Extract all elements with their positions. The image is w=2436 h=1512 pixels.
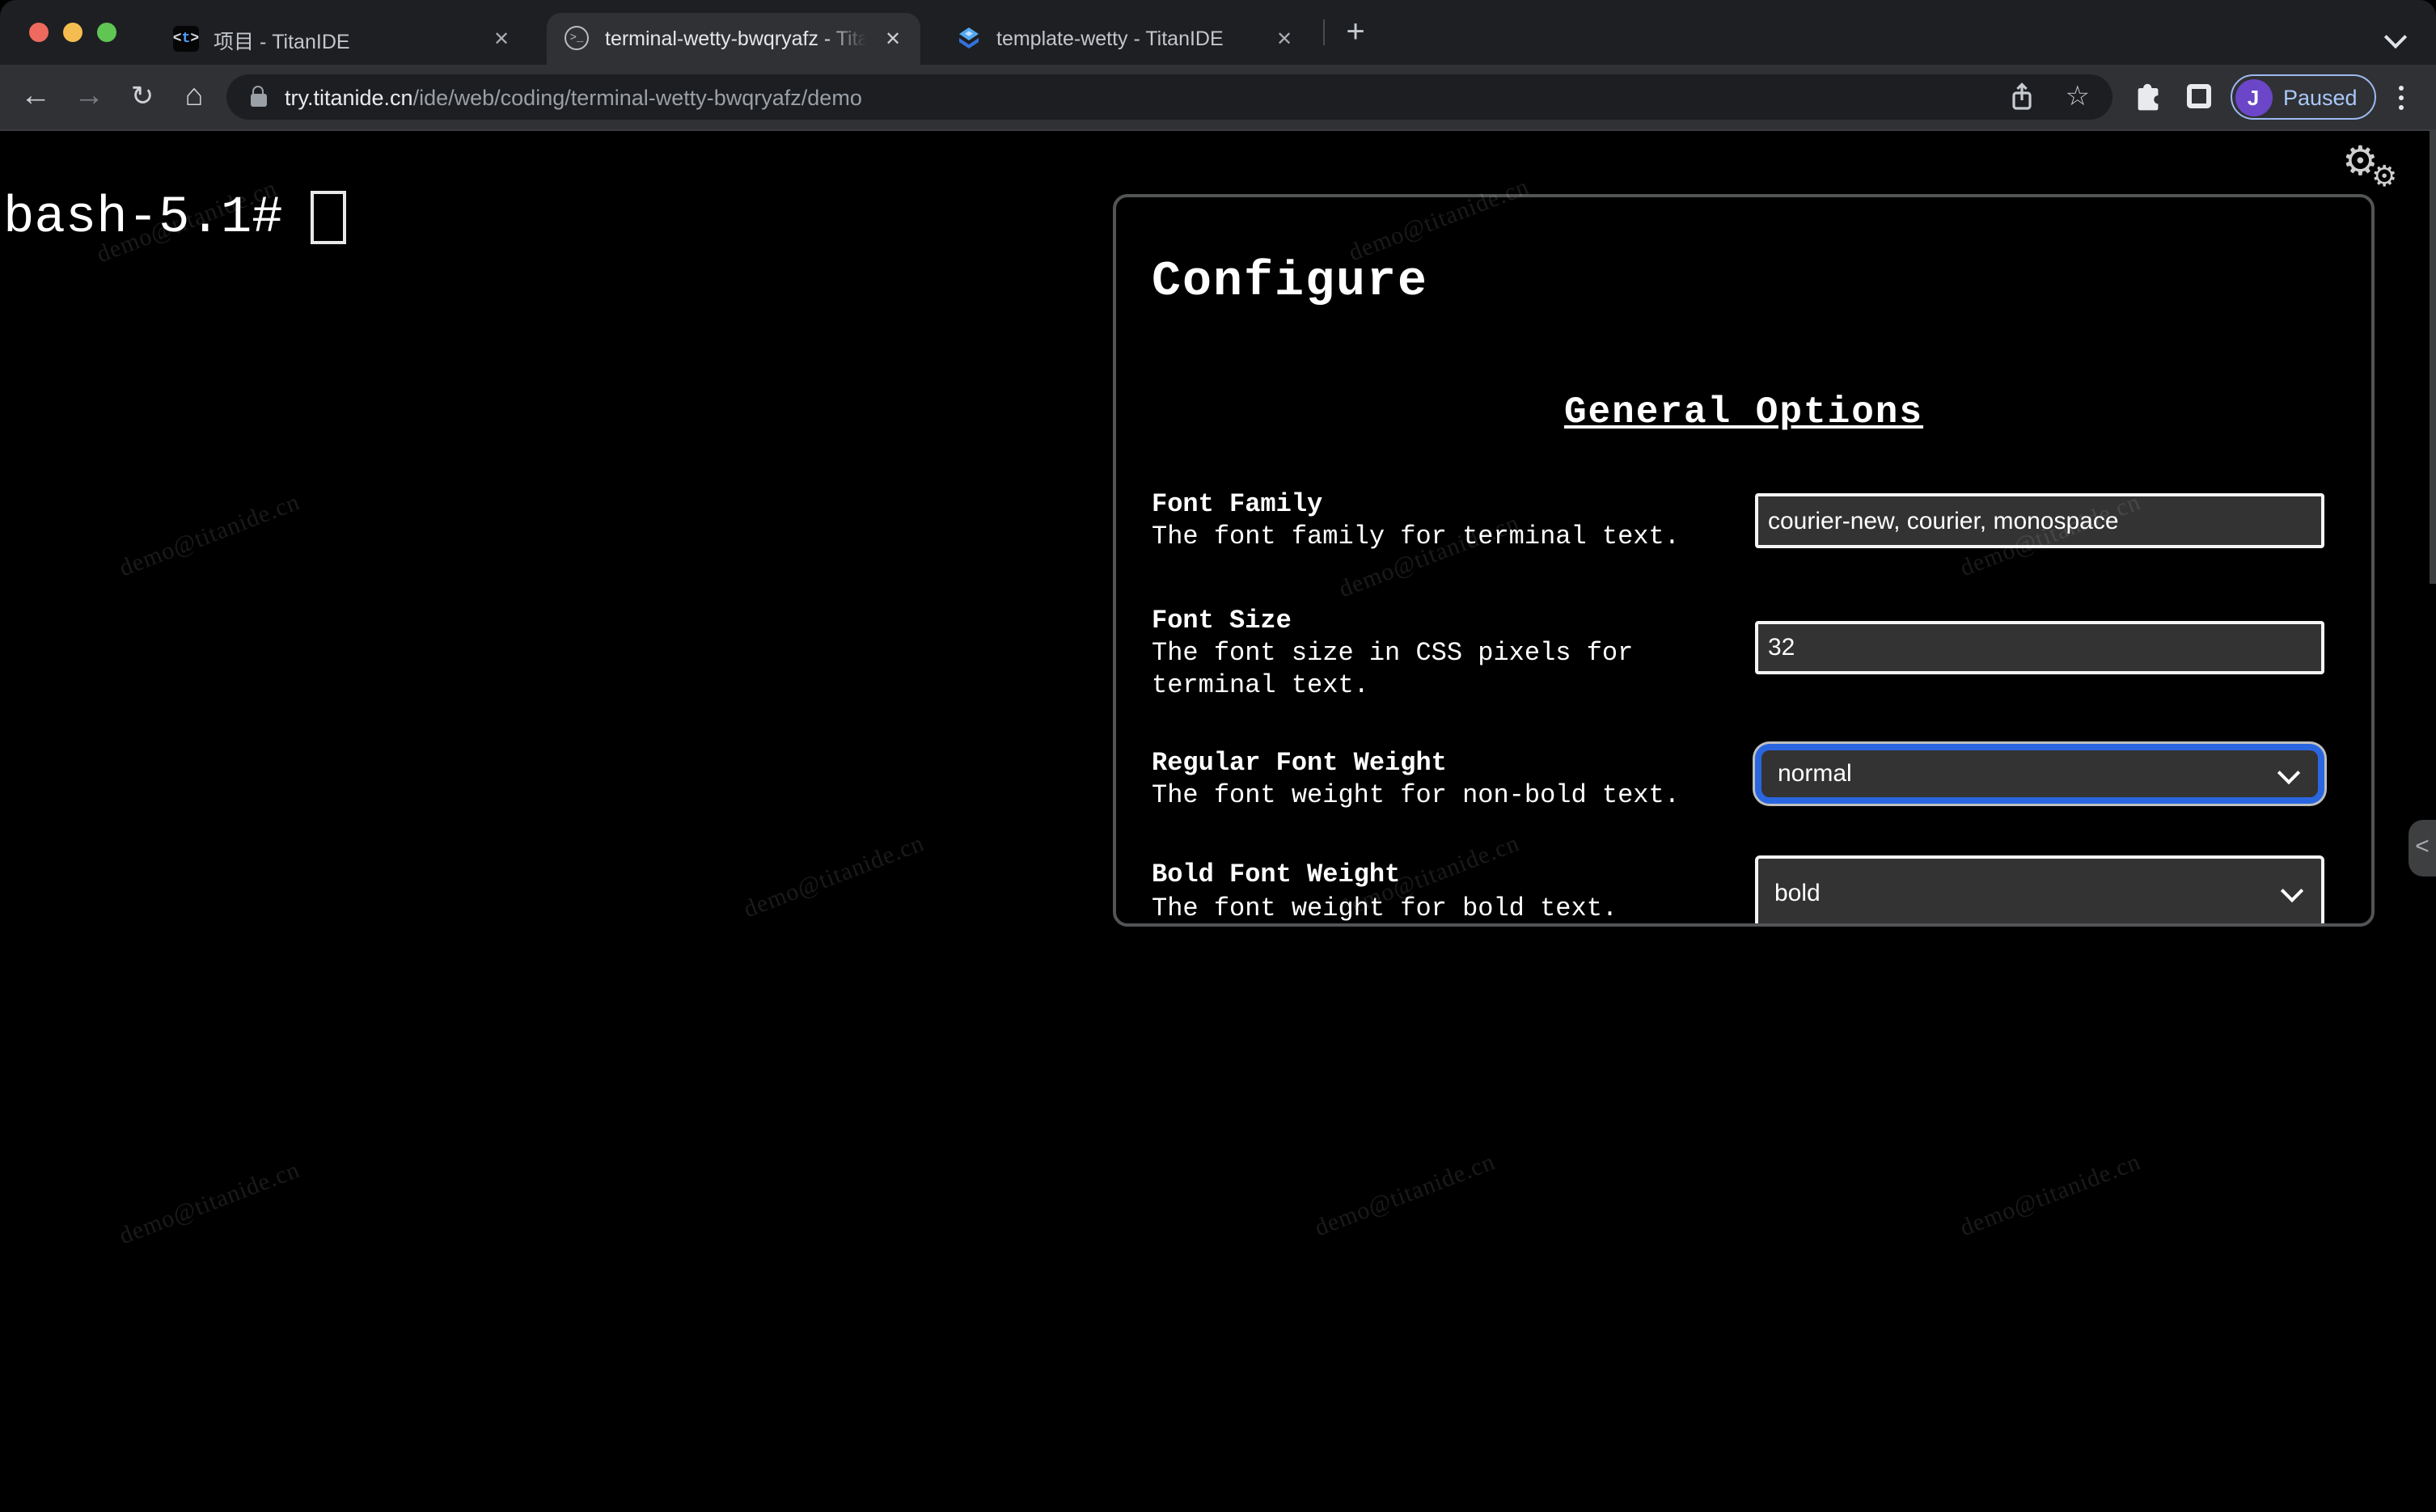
tab-title: 项目 - TitanIDE	[214, 30, 350, 53]
minimize-window-button[interactable]	[63, 23, 82, 42]
extensions-puzzle-icon[interactable]	[2132, 81, 2164, 113]
configure-panel: Configure General Options Font Family Th…	[1113, 194, 2375, 927]
font-size-label: Font Size	[1152, 606, 1292, 636]
regular-font-weight-select[interactable]: normal	[1755, 744, 2324, 804]
browser-menu-kebab-icon[interactable]	[2389, 78, 2412, 116]
forward-button[interactable]: →	[63, 65, 115, 129]
font-size-description: The font size in CSS pixels for terminal…	[1152, 639, 1634, 699]
tab-template-wetty[interactable]: template-wetty - TitanIDE ✕	[938, 13, 1312, 65]
tab-title: template-wetty - TitanIDE	[996, 27, 1224, 50]
lock-icon	[251, 85, 267, 106]
avatar: J	[2235, 78, 2272, 116]
tab-strip: < t > 项目 - TitanIDE ✕ >_ terminal-wetty-bw…	[0, 0, 2436, 65]
template-layers-favicon-icon	[956, 26, 982, 52]
bold-font-weight-select[interactable]: bold	[1755, 855, 2324, 923]
profile-chip[interactable]: J Paused	[2231, 74, 2377, 120]
font-family-label: Font Family	[1152, 490, 1323, 519]
chevron-down-icon	[2280, 879, 2304, 903]
bold-font-weight-description: The font weight for bold text.	[1152, 894, 1618, 923]
watermark-text: demo@titanide.cn	[1956, 1149, 2145, 1243]
tab-title: terminal-wetty-bwqryafz - Tita	[605, 27, 869, 50]
general-options-heading: General Options	[1563, 391, 1924, 433]
regular-font-weight-description: The font weight for non-bold text.	[1152, 781, 1680, 810]
url-host: try.titanide.cn	[285, 85, 413, 109]
configure-title: Configure	[1152, 256, 1429, 310]
close-tab-icon[interactable]: ✕	[1270, 24, 1299, 53]
terminal-prompt: bash-5.1#	[3, 188, 283, 247]
url-text: try.titanide.cn/ide/web/coding/terminal-…	[285, 85, 2009, 109]
browser-toolbar: ← → ↻ ⌂ try.titanide.cn/ide/web/coding/t…	[0, 65, 2436, 129]
watermark-text: demo@titanide.cn	[740, 830, 928, 924]
url-path: /ide/web/coding/terminal-wetty-bwqryafz/…	[412, 85, 862, 109]
share-icon[interactable]	[2009, 82, 2035, 112]
tab-search-chevron-icon[interactable]	[2383, 24, 2410, 49]
tab-terminal-wetty[interactable]: >_ terminal-wetty-bwqryafz - Tita ✕	[547, 13, 920, 65]
scrollbar-strip[interactable]	[2430, 131, 2436, 584]
watermark-text: demo@titanide.cn	[116, 489, 304, 583]
regular-font-weight-label: Regular Font Weight	[1152, 749, 1447, 778]
chevron-down-icon	[2277, 760, 2301, 784]
font-family-input[interactable]	[1755, 493, 2324, 548]
font-family-description: The font family for terminal text.	[1152, 522, 1680, 551]
viewport: < t > 项目 - TitanIDE ✕ >_ terminal-wetty-bw…	[0, 0, 2436, 1512]
tab-divider	[1323, 19, 1325, 45]
settings-gears-icon[interactable]: ⚙ ⚙	[2336, 134, 2417, 202]
sync-paused-badge: Paused	[2283, 85, 2358, 109]
close-tab-icon[interactable]: ✕	[878, 24, 907, 53]
watermark-text: demo@titanide.cn	[1311, 1149, 1499, 1243]
side-panel-icon[interactable]	[2187, 84, 2211, 108]
selected-value: normal	[1778, 760, 1852, 788]
terminal-favicon-icon: >_	[565, 26, 590, 52]
close-tab-icon[interactable]: ✕	[487, 24, 516, 53]
window-controls	[29, 23, 116, 42]
terminal-page: demo@titanide.cn demo@titanide.cn demo@tit…	[0, 131, 2436, 1512]
titanide-code-favicon-icon: < t >	[173, 26, 199, 52]
close-window-button[interactable]	[29, 23, 49, 42]
zoom-window-button[interactable]	[97, 23, 116, 42]
selected-value: bold	[1774, 879, 1821, 906]
browser-window: < t > 项目 - TitanIDE ✕ >_ terminal-wetty-bw…	[0, 0, 2436, 1512]
home-button[interactable]: ⌂	[168, 65, 220, 129]
address-bar[interactable]: try.titanide.cn/ide/web/coding/terminal-…	[226, 74, 2112, 120]
back-button[interactable]: ←	[10, 65, 61, 129]
reload-button[interactable]: ↻	[116, 65, 168, 129]
new-tab-button[interactable]: +	[1333, 10, 1378, 55]
watermark-text: demo@titanide.cn	[116, 1157, 304, 1251]
tab-project-titanide[interactable]: < t > 项目 - TitanIDE ✕	[155, 13, 529, 65]
bold-font-weight-label: Bold Font Weight	[1152, 860, 1401, 889]
font-size-input[interactable]	[1755, 621, 2324, 674]
bookmark-star-icon[interactable]: ☆	[2066, 81, 2091, 113]
collapse-panel-button[interactable]: <	[2409, 820, 2436, 876]
terminal-cursor	[311, 191, 346, 244]
